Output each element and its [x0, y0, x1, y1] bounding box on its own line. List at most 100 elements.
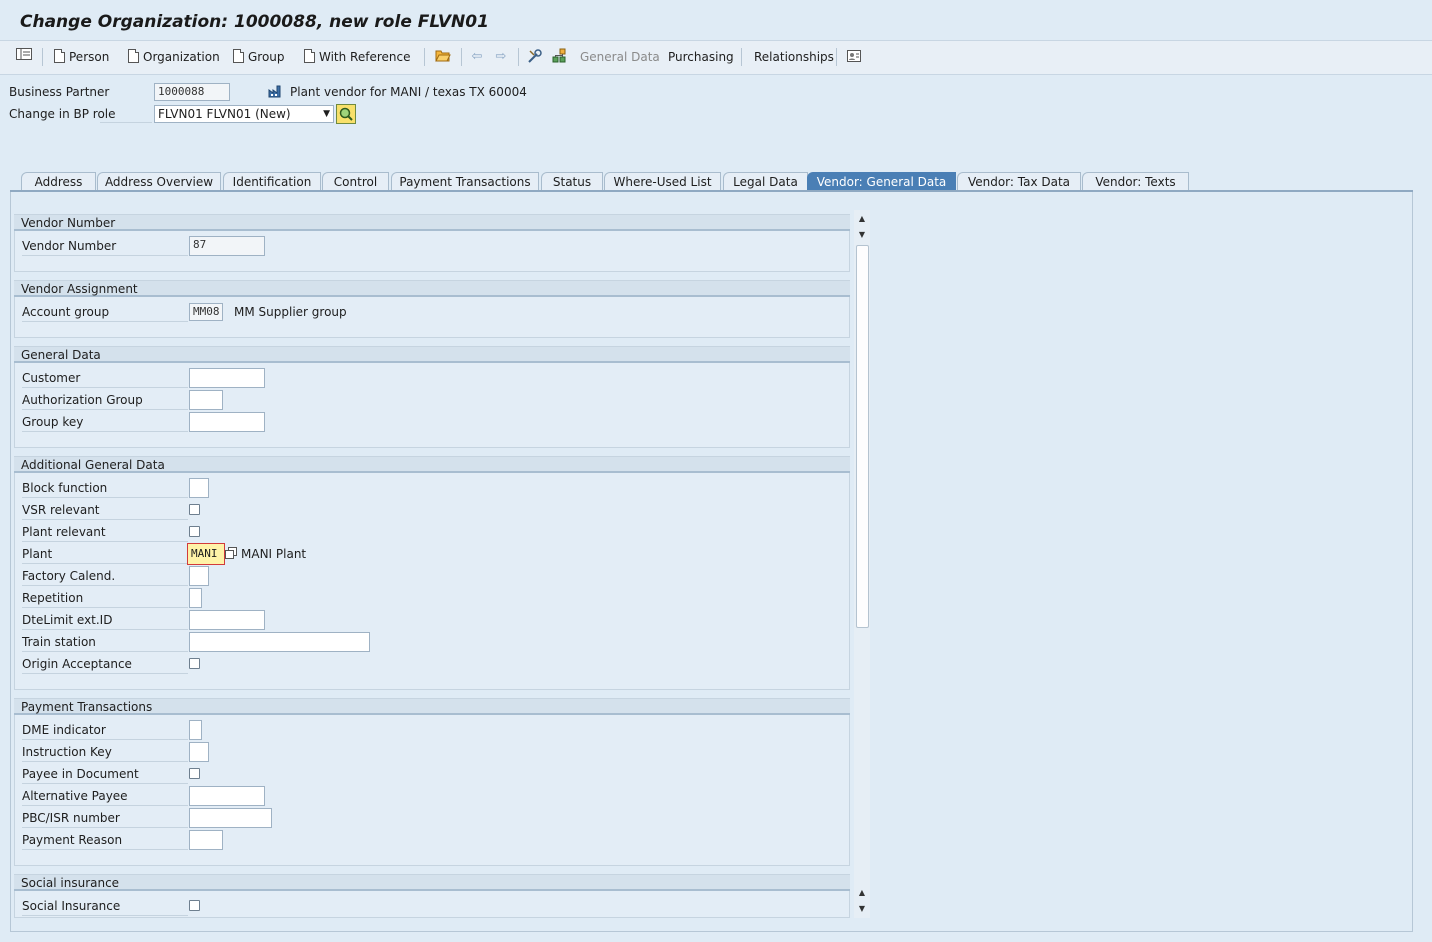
group-title: Vendor Assignment	[14, 280, 850, 297]
payee-in-document-label: Payee in Document	[22, 764, 188, 784]
tab-vendor-tax-data[interactable]: Vendor: Tax Data	[957, 172, 1081, 191]
document-icon	[304, 49, 315, 63]
document-icon	[128, 49, 139, 63]
toolbar-separator	[836, 48, 837, 66]
vsr-relevant-checkbox[interactable]	[189, 504, 200, 515]
organization-button-label: Organization	[143, 50, 220, 64]
person-card-icon[interactable]	[845, 48, 863, 66]
toolbar-separator	[518, 48, 519, 66]
group-title: Social insurance	[14, 874, 850, 891]
search-icon[interactable]	[336, 104, 356, 124]
vendor-number-field[interactable]: 87	[189, 236, 265, 256]
tab-address[interactable]: Address	[21, 172, 96, 191]
person-button-label: Person	[69, 50, 110, 64]
tab-vendor-general-data[interactable]: Vendor: General Data	[807, 172, 956, 191]
tab-status[interactable]: Status	[541, 172, 603, 191]
relationships-button[interactable]: Relationships	[754, 48, 834, 66]
value-help-icon[interactable]	[225, 547, 237, 559]
account-group-label: Account group	[22, 302, 188, 322]
group-title: Payment Transactions	[14, 698, 850, 715]
tools-icon[interactable]	[526, 48, 544, 66]
customer-label: Customer	[22, 368, 188, 388]
vsr-relevant-label: VSR relevant	[22, 500, 188, 520]
plant-relevant-label: Plant relevant	[22, 522, 188, 542]
factory-icon	[268, 84, 284, 98]
alternative-payee-field[interactable]	[189, 786, 265, 806]
pbc-isr-number-field[interactable]	[189, 808, 272, 828]
document-icon	[233, 49, 244, 63]
scroll-down-icon[interactable]: ▼	[854, 902, 870, 916]
block-function-field[interactable]	[189, 478, 209, 498]
payment-reason-field[interactable]	[189, 830, 223, 850]
authorization-group-field[interactable]	[189, 390, 223, 410]
toolbar-separator	[741, 48, 742, 66]
toolbar-separator	[461, 48, 462, 66]
tab-where-used-list[interactable]: Where-Used List	[604, 172, 721, 191]
business-partner-label: Business Partner	[9, 85, 110, 99]
change-role-value: FLVN01 FLVN01 (New)	[158, 107, 291, 121]
dtelimit-label: DteLimit ext.ID	[22, 610, 188, 630]
social-insurance-checkbox[interactable]	[189, 900, 200, 911]
change-role-dropdown[interactable]: FLVN01 FLVN01 (New) ▼	[154, 105, 334, 123]
scroll-down-icon[interactable]: ▼	[854, 228, 870, 242]
change-role-label: Change in BP role	[9, 107, 116, 121]
arrow-right-icon[interactable]: ⇨	[492, 48, 510, 66]
toolbar-separator	[42, 48, 43, 66]
with-reference-button-label: With Reference	[319, 50, 411, 64]
block-function-label: Block function	[22, 478, 188, 498]
train-station-field[interactable]	[189, 632, 370, 652]
with-reference-button[interactable]: With Reference	[304, 48, 411, 66]
purchasing-button[interactable]: Purchasing	[668, 48, 734, 66]
repetition-label: Repetition	[22, 588, 188, 608]
toolbar-separator	[424, 48, 425, 66]
layout-toggle-icon[interactable]	[15, 48, 33, 66]
account-group-field[interactable]: MM08	[189, 303, 223, 321]
factory-calendar-label: Factory Calend.	[22, 566, 188, 586]
arrow-left-icon[interactable]: ⇦	[468, 48, 486, 66]
plant-label: Plant	[22, 544, 188, 564]
repetition-field[interactable]	[189, 588, 202, 608]
tab-control[interactable]: Control	[322, 172, 389, 191]
hierarchy-icon[interactable]	[550, 48, 568, 66]
group-key-field[interactable]	[189, 412, 265, 432]
label-underline	[100, 122, 152, 123]
dme-indicator-label: DME indicator	[22, 720, 188, 740]
tab-identification[interactable]: Identification	[223, 172, 321, 191]
business-partner-description: Plant vendor for MANI / texas TX 60004	[290, 85, 527, 99]
customer-field[interactable]	[189, 368, 265, 388]
open-folder-icon[interactable]	[434, 48, 452, 66]
origin-acceptance-checkbox[interactable]	[189, 658, 200, 669]
tab-legal-data[interactable]: Legal Data	[723, 172, 808, 191]
document-icon	[54, 49, 65, 63]
tab-payment-transactions[interactable]: Payment Transactions	[391, 172, 539, 191]
instruction-key-label: Instruction Key	[22, 742, 188, 762]
organization-button[interactable]: Organization	[128, 48, 220, 66]
factory-calendar-field[interactable]	[189, 566, 209, 586]
scroll-up-icon[interactable]: ▲	[854, 212, 870, 226]
plant-relevant-checkbox[interactable]	[189, 526, 200, 537]
alternative-payee-label: Alternative Payee	[22, 786, 188, 806]
origin-acceptance-label: Origin Acceptance	[22, 654, 188, 674]
group-title: Additional General Data	[14, 456, 850, 473]
chevron-down-icon: ▼	[323, 109, 330, 119]
tab-address-overview[interactable]: Address Overview	[97, 172, 221, 191]
plant-description: MANI Plant	[241, 547, 307, 561]
instruction-key-field[interactable]	[189, 742, 209, 762]
scrollbar-thumb[interactable]	[856, 245, 869, 628]
dtelimit-field[interactable]	[189, 610, 265, 630]
social-insurance-label: Social Insurance	[22, 896, 188, 916]
payee-in-document-checkbox[interactable]	[189, 768, 200, 779]
payment-reason-label: Payment Reason	[22, 830, 188, 850]
train-station-label: Train station	[22, 632, 188, 652]
authorization-group-label: Authorization Group	[22, 390, 188, 410]
plant-field[interactable]: MANI	[187, 543, 225, 565]
group-button-label: Group	[248, 50, 285, 64]
vendor-number-label: Vendor Number	[22, 236, 188, 256]
scroll-up-icon[interactable]: ▲	[854, 886, 870, 900]
dme-indicator-field[interactable]	[189, 720, 202, 740]
tab-vendor-texts[interactable]: Vendor: Texts	[1082, 172, 1189, 191]
business-partner-field[interactable]: 1000088	[154, 83, 230, 101]
group-button[interactable]: Group	[233, 48, 285, 66]
person-button[interactable]: Person	[54, 48, 109, 66]
general-data-button[interactable]: General Data	[580, 48, 660, 66]
